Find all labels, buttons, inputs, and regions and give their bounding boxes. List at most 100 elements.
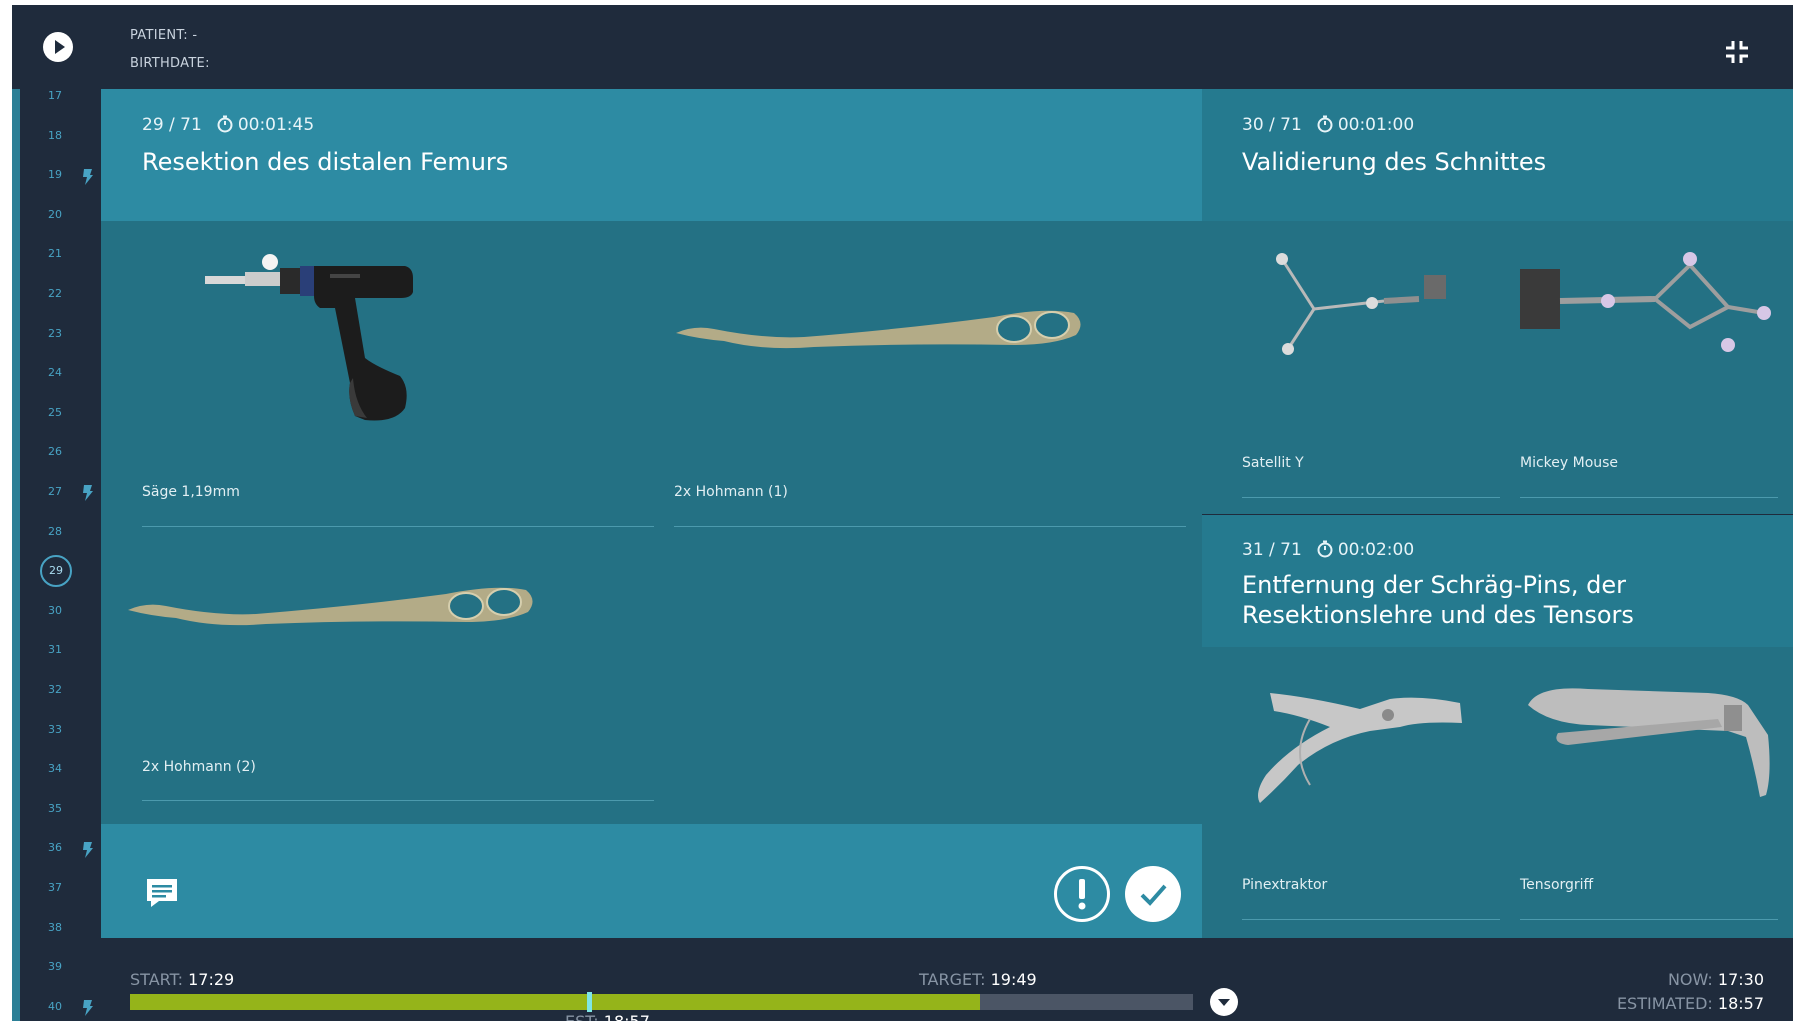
lightning-icon <box>83 841 93 858</box>
bone-saw-image <box>205 254 413 421</box>
rail-step[interactable]: 26 <box>40 445 70 458</box>
progress-bar <box>130 992 1193 1012</box>
rail-step[interactable]: 39 <box>40 960 70 973</box>
next-step-title: Validierung des Schnittes <box>1242 148 1547 176</box>
instrument-divider <box>142 526 654 527</box>
rail-step[interactable]: 30 <box>40 604 70 617</box>
rail-step[interactable]: 37 <box>40 881 70 894</box>
now-label: NOW: <box>1667 970 1713 989</box>
rail-step[interactable]: 24 <box>40 366 70 379</box>
app-frame: PATIENT: - BIRTHDATE: 17 18 19 20 21 22 23 24 25… <box>12 5 1793 1021</box>
lightning-icon <box>83 168 93 185</box>
current-step-title: Resektion des distalen Femurs <box>142 148 509 176</box>
lightning-icon <box>83 1000 93 1017</box>
rail-step[interactable]: 33 <box>40 723 70 736</box>
next-step-meta: 30 / 71 00:01:00 <box>1242 115 1414 135</box>
instrument-divider <box>1242 919 1500 920</box>
current-step-footer <box>101 824 1202 938</box>
step-duration: 00:01:00 <box>1337 115 1415 135</box>
current-step-meta: 29 / 71 00:01:45 <box>142 115 314 135</box>
tracker-mickey-image <box>1520 252 1771 352</box>
progress-fill <box>130 994 981 1010</box>
comment-button[interactable] <box>145 877 179 909</box>
checkmark-icon <box>1140 884 1167 906</box>
step-duration: 00:02:00 <box>1337 540 1415 560</box>
play-button[interactable] <box>43 32 73 62</box>
instrument-divider <box>1520 497 1778 498</box>
current-time-marker <box>587 992 593 1012</box>
next-step-card[interactable]: 30 / 71 00:01:00 Validierung des Schnitte… <box>1202 89 1793 514</box>
instrument-divider <box>1520 919 1778 920</box>
estimated-time: ESTIMATED: 18:57 <box>1617 994 1764 1013</box>
instrument-label: Pinextraktor <box>1242 877 1328 893</box>
top-bar: PATIENT: - BIRTHDATE: <box>12 5 1793 89</box>
tracker-y-image <box>1276 253 1446 355</box>
exclamation-icon <box>1078 879 1086 910</box>
current-step-header: 29 / 71 00:01:45 Resektion des distalen F… <box>101 89 1202 221</box>
patient-label: PATIENT: - <box>130 28 198 43</box>
rail-strip <box>12 89 20 1021</box>
complete-step-button[interactable] <box>1125 866 1181 922</box>
birthdate-label: BIRTHDATE: <box>130 56 210 71</box>
pin-extractor-image <box>1258 693 1462 803</box>
step-position: 31 / 71 <box>1242 540 1302 560</box>
rail-step[interactable]: 31 <box>40 643 70 656</box>
hohmann-retractor-image <box>676 310 1081 349</box>
rail-step[interactable]: 36 <box>40 841 70 854</box>
rail-step[interactable]: 17 <box>40 89 70 102</box>
next-step-header: 30 / 71 00:01:00 Validierung des Schnitte… <box>1202 89 1793 221</box>
next-step-meta: 31 / 71 00:02:00 <box>1242 540 1414 560</box>
start-value: 17:29 <box>188 970 235 989</box>
instrument-label: Säge 1,19mm <box>142 484 240 500</box>
step-rail: 17 18 19 20 21 22 23 24 25 26 27 28 29 30 31 32 33 34 35 36… <box>12 89 101 1021</box>
comment-icon <box>147 879 177 907</box>
rail-step[interactable]: 40 <box>40 1000 70 1013</box>
stopwatch-icon <box>217 115 233 133</box>
rail-step[interactable]: 23 <box>40 327 70 340</box>
collapse-icon <box>1726 41 1748 63</box>
instrument-label: Tensorgriff <box>1520 877 1594 893</box>
target-label: TARGET: <box>919 970 986 989</box>
rail-step[interactable]: 34 <box>40 762 70 775</box>
stopwatch-icon <box>1317 540 1333 558</box>
current-step-card: 29 / 71 00:01:45 Resektion des distalen F… <box>101 89 1202 938</box>
start-label: START: <box>130 970 183 989</box>
procedure-timeline: START: 17:29 TARGET: 19:49 EST: 18:57 NO… <box>101 938 1793 1021</box>
rail-step[interactable]: 28 <box>40 525 70 538</box>
rail-step[interactable]: 27 <box>40 485 70 498</box>
rail-step[interactable]: 18 <box>40 129 70 142</box>
report-issue-button[interactable] <box>1054 866 1110 922</box>
next-step-title: Entfernung der Schräg-Pins, der Resektio… <box>1242 571 1634 629</box>
rail-step[interactable]: 38 <box>40 921 70 934</box>
rail-step-current[interactable]: 29 <box>40 555 72 588</box>
rail-step[interactable]: 19 <box>40 168 70 181</box>
instrument-label: Mickey Mouse <box>1520 455 1619 471</box>
instrument-label: Satellit Y <box>1242 455 1304 471</box>
instrument-divider <box>142 800 654 801</box>
rail-step[interactable]: 35 <box>40 802 70 815</box>
target-time: TARGET: 19:49 <box>919 970 1037 989</box>
rail-step[interactable]: 20 <box>40 208 70 221</box>
estimated-label: ESTIMATED: <box>1616 994 1713 1013</box>
rail-step[interactable]: 32 <box>40 683 70 696</box>
next-step-card[interactable]: 31 / 71 00:02:00 Entfernung der Schräg-Pi… <box>1202 515 1793 938</box>
start-time: START: 17:29 <box>130 970 234 989</box>
stopwatch-icon <box>1317 115 1333 133</box>
collapse-button[interactable] <box>1723 38 1751 66</box>
est-value: 18:57 <box>604 1012 650 1021</box>
now-time: NOW: 17:30 <box>1668 970 1764 989</box>
rail-step[interactable]: 22 <box>40 287 70 300</box>
instrument-divider <box>1242 497 1500 498</box>
instrument-label: 2x Hohmann (2) <box>142 759 256 775</box>
instrument-label: 2x Hohmann (1) <box>674 484 788 500</box>
instrument-divider <box>674 526 1186 527</box>
step-position: 29 / 71 <box>142 115 202 135</box>
est-label: EST: <box>565 1012 599 1021</box>
expand-timeline-button[interactable] <box>1210 988 1238 1016</box>
next-step-header: 31 / 71 00:02:00 Entfernung der Schräg-Pi… <box>1202 515 1793 647</box>
chevron-down-icon <box>1218 999 1230 1006</box>
lightning-icon <box>83 485 93 502</box>
estimated-value: 18:57 <box>1717 994 1764 1013</box>
rail-step[interactable]: 21 <box>40 247 70 260</box>
rail-step[interactable]: 25 <box>40 406 70 419</box>
